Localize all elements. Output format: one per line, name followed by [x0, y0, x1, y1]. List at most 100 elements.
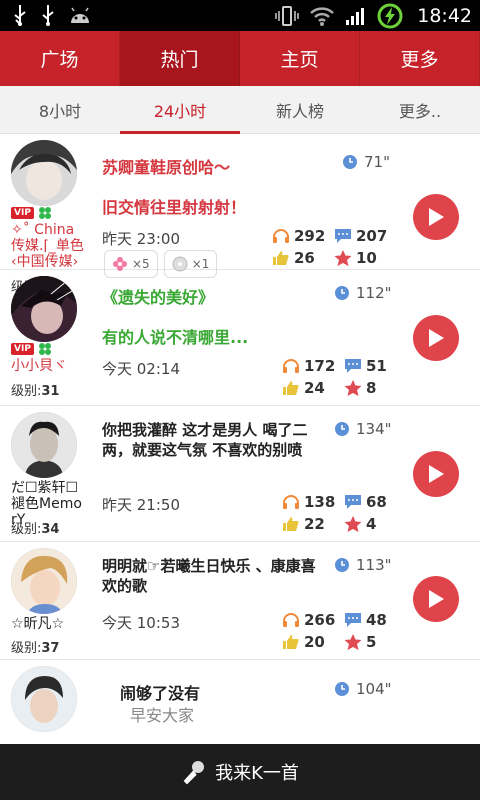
duration: 112" [334, 284, 392, 302]
star-icon [344, 380, 362, 396]
clock-icon [343, 155, 357, 169]
thumbs-up-icon [273, 251, 289, 265]
post-time: 昨天 23:00 [102, 230, 180, 248]
user-name[interactable]: ✧˚ China 传媒.⌈_单色 ‹中国传媒› [11, 222, 87, 270]
subtab-newcomers[interactable]: 新人榜 [240, 86, 360, 133]
subtab-more[interactable]: 更多.. [360, 86, 480, 133]
play-icon [429, 208, 444, 226]
star-icon [344, 634, 362, 650]
comment-icon [345, 359, 361, 373]
song-subtitle[interactable]: 旧交情往里射射射！ [102, 194, 246, 218]
list-item[interactable]: VIP ✧˚ China 传媒.⌈_单色 ‹中国传媒› 级别:31 苏卿童鞋原创… [0, 134, 480, 295]
song-title[interactable]: 闹够了没有 [120, 680, 200, 704]
stats: 292 207 26 10 [272, 227, 394, 267]
sing-button-label: 我来K一首 [215, 763, 299, 784]
like-count: 22 [282, 515, 344, 533]
vip-badges: VIP [11, 342, 52, 356]
comment-count: 207 [334, 227, 394, 245]
subtab-8h[interactable]: 8小时 [0, 86, 120, 133]
listen-count: 292 [272, 227, 334, 245]
clock: 18:42 [417, 5, 472, 27]
song-title[interactable]: 《遗失的美好》 [102, 284, 214, 308]
tab-square[interactable]: 广场 [0, 31, 120, 86]
duration: 134" [334, 420, 392, 438]
play-icon [429, 465, 444, 483]
usb-icon [42, 5, 54, 26]
usb-icon [14, 5, 26, 26]
song-title[interactable]: 苏卿童鞋原创哈～ [102, 154, 230, 178]
favorite-count: 10 [334, 249, 394, 267]
comment-icon [345, 495, 361, 509]
wifi-icon [310, 7, 335, 26]
star-icon [344, 516, 362, 532]
comment-icon [335, 229, 351, 243]
song-title[interactable]: 你把我灌醉 这才是男人 喝了二两，就要这气氛 不喜欢的别喷 [102, 420, 327, 460]
clock-icon [335, 286, 349, 300]
duration: 71" [342, 153, 390, 171]
play-icon [429, 590, 444, 608]
comment-count: 68 [344, 493, 404, 511]
clock-icon [335, 558, 349, 572]
post-time: 今天 02:14 [102, 360, 180, 378]
stats: 138 68 22 4 [282, 493, 404, 533]
vip-badge: VIP [11, 343, 34, 355]
play-button[interactable] [413, 576, 459, 622]
headphones-icon [283, 359, 299, 373]
headphones-icon [283, 613, 299, 627]
list-item[interactable]: だ☐紫轩☐褪色MemorY 级别:34 你把我灌醉 这才是男人 喝了二两，就要这… [0, 406, 480, 542]
sing-button[interactable]: 我来K一首 [0, 744, 480, 800]
thumbs-up-icon [283, 635, 299, 649]
stats: 172 51 24 8 [282, 357, 404, 397]
song-title[interactable]: 明明就☞若曦生日快乐 、康康喜欢的歌 [102, 556, 324, 596]
list-item[interactable]: VIP 小小貝ヾ 级别:31 《遗失的美好》 有的人说不清哪里... 112" … [0, 270, 480, 406]
like-count: 20 [282, 633, 344, 651]
clock-icon [335, 682, 349, 696]
listen-count: 138 [282, 493, 344, 511]
avatar[interactable] [11, 140, 77, 206]
user-level: 级别:37 [11, 641, 60, 656]
listen-count: 266 [282, 611, 344, 629]
vip-badges: VIP [11, 206, 52, 220]
thumbs-up-icon [283, 517, 299, 531]
tab-home[interactable]: 主页 [240, 31, 360, 86]
android-icon [71, 7, 89, 23]
battery-charging-icon [377, 3, 403, 29]
signal-icon [346, 8, 365, 25]
song-subtitle[interactable]: 早安大家 [130, 702, 194, 726]
favorite-count: 5 [344, 633, 404, 651]
list-item[interactable]: 闹够了没有 早安大家 104" [0, 660, 480, 744]
clock-icon [335, 422, 349, 436]
post-time: 今天 10:53 [102, 614, 180, 632]
list-item[interactable]: ☆昕凡☆ 级别:37 明明就☞若曦生日快乐 、康康喜欢的歌 113" 今天 10… [0, 542, 480, 660]
star-icon [334, 250, 352, 266]
listen-count: 172 [282, 357, 344, 375]
avatar[interactable] [11, 276, 77, 342]
subtab-24h[interactable]: 24小时 [120, 86, 240, 134]
user-level: 级别:31 [11, 384, 60, 399]
favorite-count: 8 [344, 379, 404, 397]
avatar[interactable] [11, 412, 77, 478]
vibrate-icon [275, 6, 299, 26]
tab-hot[interactable]: 热门 [120, 31, 240, 86]
like-count: 24 [282, 379, 344, 397]
duration: 113" [334, 556, 392, 574]
clover-icon [38, 207, 51, 219]
microphone-icon [183, 761, 205, 785]
headphones-icon [273, 229, 289, 243]
duration: 104" [334, 680, 392, 698]
avatar[interactable] [11, 548, 77, 614]
vip-badge: VIP [11, 207, 34, 219]
comment-count: 51 [344, 357, 404, 375]
play-button[interactable] [413, 194, 459, 240]
play-button[interactable] [413, 315, 459, 361]
stats: 266 48 20 5 [282, 611, 404, 651]
user-name[interactable]: ☆昕凡☆ [11, 616, 87, 632]
tab-more[interactable]: 更多 [360, 31, 480, 86]
avatar[interactable] [11, 666, 77, 732]
user-name[interactable]: 小小貝ヾ [11, 358, 87, 374]
song-list: VIP ✧˚ China 传媒.⌈_单色 ‹中国传媒› 级别:31 苏卿童鞋原创… [0, 134, 480, 744]
play-button[interactable] [413, 451, 459, 497]
status-bar: 18:42 [0, 0, 480, 31]
song-subtitle[interactable]: 有的人说不清哪里... [102, 324, 248, 348]
thumbs-up-icon [283, 381, 299, 395]
